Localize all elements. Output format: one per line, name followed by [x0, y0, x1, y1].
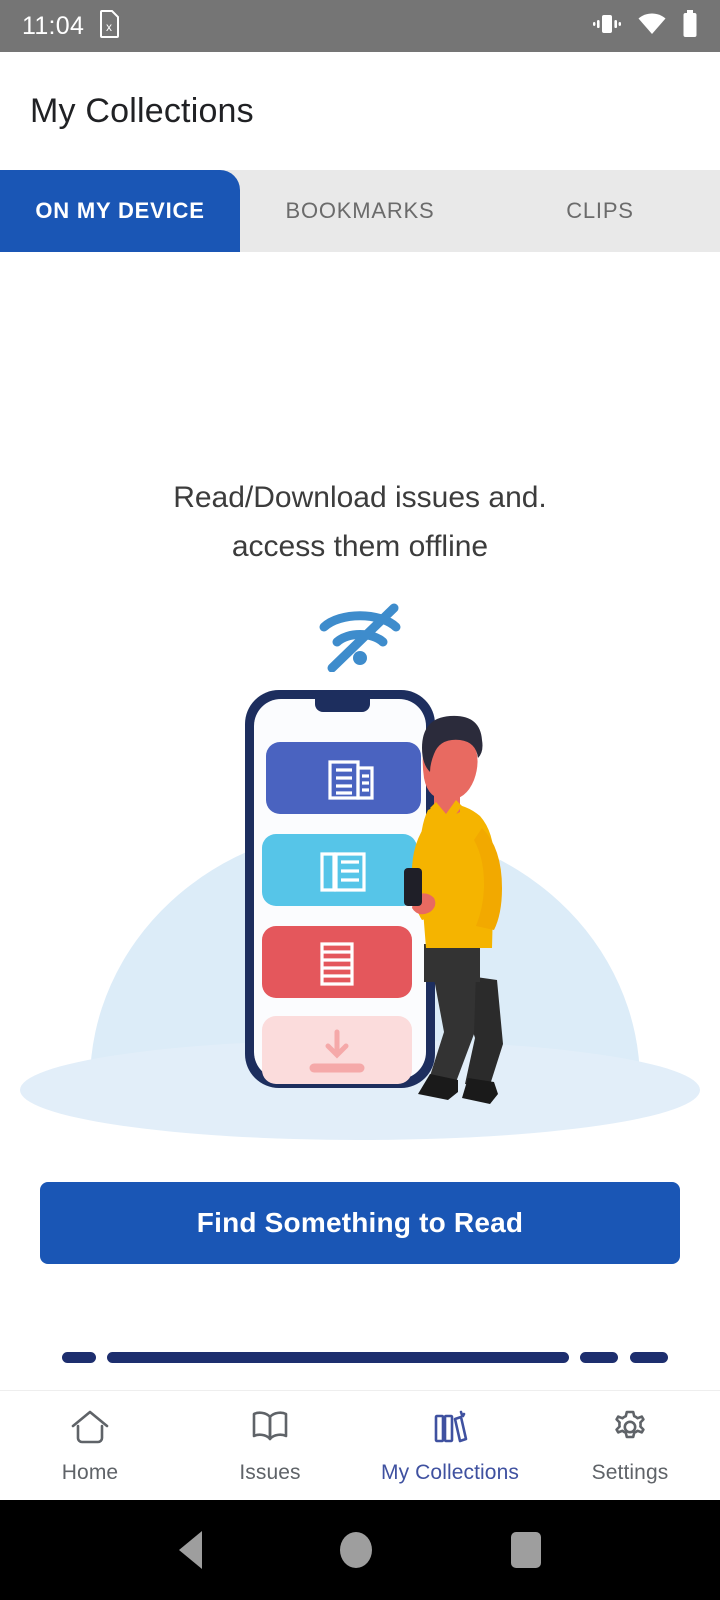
- square-recents-icon[interactable]: [510, 1532, 541, 1568]
- nav-item-my-collections[interactable]: My Collections: [360, 1407, 540, 1485]
- sim-card-error-icon: x: [98, 9, 120, 43]
- app-root: 11:04 x My Collections ON MY DEVICE BOOK…: [0, 0, 720, 1600]
- circle-home-icon[interactable]: [340, 1532, 373, 1568]
- tab-bookmarks[interactable]: BOOKMARKS: [240, 170, 480, 252]
- nav-item-home[interactable]: Home: [0, 1407, 180, 1485]
- find-something-to-read-button[interactable]: Find Something to Read: [40, 1182, 680, 1264]
- nav-label-my-collections: My Collections: [381, 1460, 519, 1484]
- empty-state-line-1: Read/Download issues and.: [173, 481, 547, 514]
- vibrate-icon: [592, 11, 622, 42]
- status-bar-clock: 11:04: [22, 11, 85, 40]
- wifi-off-icon: [314, 600, 406, 677]
- battery-icon: [682, 9, 698, 43]
- empty-state-message: Read/Download issues and. access them of…: [0, 474, 720, 571]
- cta-container: Find Something to Read: [0, 1182, 720, 1264]
- open-book-icon: [248, 1407, 292, 1452]
- status-bar: 11:04 x: [0, 0, 720, 52]
- page-title: My Collections: [30, 91, 254, 130]
- gear-icon: [608, 1407, 652, 1452]
- nav-item-issues[interactable]: Issues: [180, 1407, 360, 1485]
- nav-item-settings[interactable]: Settings: [540, 1407, 720, 1485]
- status-bar-left: 11:04 x: [22, 9, 120, 43]
- android-system-nav: [0, 1500, 720, 1600]
- books-shelf-icon: [428, 1407, 472, 1452]
- tab-bar: ON MY DEVICE BOOKMARKS CLIPS: [0, 170, 720, 252]
- tab-on-my-device[interactable]: ON MY DEVICE: [0, 170, 240, 252]
- empty-state-line-2: access them offline: [231, 529, 489, 563]
- nav-label-issues: Issues: [239, 1460, 301, 1484]
- wifi-icon: [638, 13, 666, 40]
- triangle-back-icon[interactable]: [179, 1531, 203, 1569]
- empty-state-content: Read/Download issues and. access them of…: [0, 252, 720, 1390]
- nav-label-home: Home: [61, 1460, 119, 1484]
- app-bar: My Collections: [0, 52, 720, 170]
- offline-reading-illustration: [0, 682, 720, 1162]
- tab-clips[interactable]: CLIPS: [480, 170, 720, 252]
- bottom-navigation-bar: Home Issues My Collections Settings: [0, 1390, 720, 1500]
- illustration-ground-line: [0, 1350, 720, 1364]
- svg-text:x: x: [106, 20, 112, 34]
- home-icon: [68, 1407, 112, 1452]
- status-bar-right: [592, 9, 698, 43]
- nav-label-settings: Settings: [591, 1460, 669, 1484]
